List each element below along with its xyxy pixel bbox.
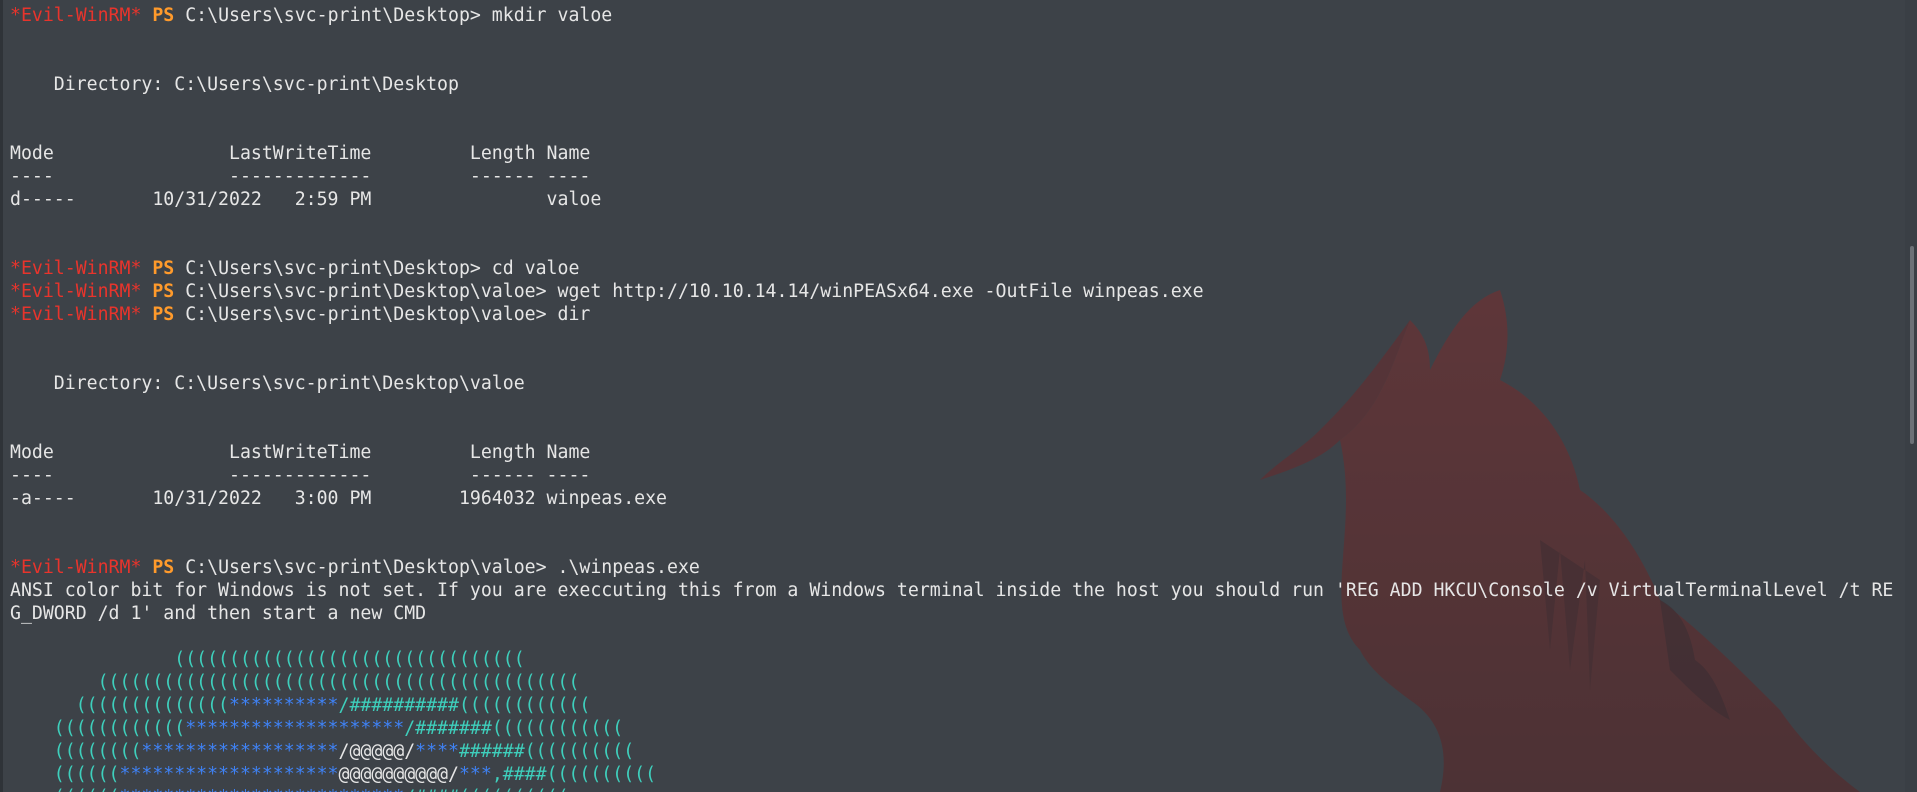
terminal-line: Directory: C:\Users\svc-print\Desktop\va… (10, 372, 1905, 395)
terminal-text-segment: (((((((((( (459, 787, 569, 792)
terminal-text-segment: /@@@@@/ (338, 741, 416, 762)
terminal-line: Mode LastWriteTime Length Name (10, 441, 1905, 464)
terminal-line: ((((((((((((********************/#######… (10, 717, 1905, 740)
window-left-edge (0, 0, 3, 792)
terminal-line: G_DWORD /d 1' and then start a new CMD (10, 602, 1905, 625)
terminal-text-segment: PS (152, 258, 175, 279)
scrollbar[interactable] (1905, 0, 1917, 792)
terminal-text-segment: (((((( (10, 764, 120, 785)
terminal-text-segment: PS (152, 5, 175, 26)
terminal-text-segment: PS (152, 281, 175, 302)
terminal-text-segment: ****************** (141, 741, 339, 762)
terminal-line: *Evil-WinRM* PS C:\Users\svc-print\Deskt… (10, 4, 1905, 27)
terminal-line: ((((((((((((((((((((((((((((((((((((((((… (10, 671, 1905, 694)
terminal-text-segment: ---- ------------- ------ ---- (10, 166, 591, 187)
terminal-text-segment: ((((((((((((((((((((((((((((((((((((((((… (10, 672, 580, 693)
terminal-text-segment: (((((((( (10, 741, 142, 762)
terminal-text-segment: C:\Users\svc-print\Desktop\valoe> dir (174, 304, 591, 325)
terminal-line: (((((((((((((((((((((((((((((((( (10, 648, 1905, 671)
terminal-text-segment: Directory: C:\Users\svc-print\Desktop\va… (10, 373, 525, 394)
terminal-text-segment: (((((( (10, 787, 120, 792)
terminal-line: ---- ------------- ------ ---- (10, 165, 1905, 188)
terminal-text-segment: (((((((((((( (10, 718, 186, 739)
terminal-output[interactable]: *Evil-WinRM* PS C:\Users\svc-print\Deskt… (10, 4, 1905, 792)
terminal-text-segment: ANSI color bit for Windows is not set. I… (10, 580, 1894, 601)
terminal-text-segment: ---- ------------- ------ ---- (10, 465, 591, 486)
terminal-text-segment: C:\Users\svc-print\Desktop> cd valoe (174, 258, 580, 279)
terminal-text-segment: *Evil-WinRM* (10, 557, 142, 578)
terminal-text-segment: /#### (404, 787, 459, 792)
terminal-text-segment: C:\Users\svc-print\Desktop> mkdir valoe (174, 5, 613, 26)
terminal-text-segment: ,#### (491, 764, 547, 785)
terminal-line: *Evil-WinRM* PS C:\Users\svc-print\Deskt… (10, 556, 1905, 579)
terminal-text-segment: ******************** (185, 718, 405, 739)
terminal-text-segment: d----- 10/31/2022 2:59 PM valoe (10, 189, 602, 210)
terminal-line: *Evil-WinRM* PS C:\Users\svc-print\Deskt… (10, 280, 1905, 303)
terminal-line: ANSI color bit for Windows is not set. I… (10, 579, 1905, 602)
terminal-line: *Evil-WinRM* PS C:\Users\svc-print\Deskt… (10, 257, 1905, 280)
scrollbar-thumb[interactable] (1910, 246, 1914, 444)
terminal-text-segment: PS (152, 557, 175, 578)
terminal-text-segment: (((((((((((( (491, 718, 624, 739)
terminal-text-segment: ******************** (119, 764, 339, 785)
terminal-line: Mode LastWriteTime Length Name (10, 142, 1905, 165)
terminal-line: ---- ------------- ------ ---- (10, 464, 1905, 487)
terminal-line: ((((((((((((((**********/##########(((((… (10, 694, 1905, 717)
terminal-text-segment: /########## (338, 695, 459, 716)
terminal-line: *Evil-WinRM* PS C:\Users\svc-print\Deskt… (10, 303, 1905, 326)
terminal-text-segment: *Evil-WinRM* (10, 281, 142, 302)
terminal-line: ((((((((******************/@@@@@/****###… (10, 740, 1905, 763)
terminal-text-segment: *** (458, 764, 492, 785)
terminal-text-segment: *Evil-WinRM* (10, 258, 142, 279)
terminal-text-segment: @@@@@@@@@@/ (338, 764, 459, 785)
terminal-line: -a---- 10/31/2022 3:00 PM 1964032 winpea… (10, 487, 1905, 510)
terminal-text-segment: (((((((((((((((((((((((((((((((( (10, 649, 525, 670)
terminal-text-segment: Directory: C:\Users\svc-print\Desktop (10, 74, 459, 95)
terminal-text-segment: ************************** (120, 787, 405, 792)
terminal-text-segment: Mode LastWriteTime Length Name (10, 143, 591, 164)
terminal-line: ((((((**************************/####(((… (10, 786, 1905, 792)
terminal-text-segment: (((((((((( (546, 764, 657, 785)
terminal-text-segment: (((((((((((((( (10, 695, 229, 716)
terminal-line: Directory: C:\Users\svc-print\Desktop (10, 73, 1905, 96)
terminal-text-segment: -a---- 10/31/2022 3:00 PM 1964032 winpea… (10, 488, 667, 509)
terminal-line: d----- 10/31/2022 2:59 PM valoe (10, 188, 1905, 211)
terminal-text-segment: (((((((((( (524, 741, 635, 762)
terminal-text-segment: ********** (229, 695, 339, 716)
terminal-text-segment: *Evil-WinRM* (10, 304, 142, 325)
terminal-text-segment: C:\Users\svc-print\Desktop\valoe> .\winp… (174, 557, 700, 578)
terminal-text-segment: PS (152, 304, 175, 325)
terminal-text-segment: *Evil-WinRM* (10, 5, 142, 26)
terminal-text-segment: C:\Users\svc-print\Desktop\valoe> wget h… (174, 281, 1204, 302)
terminal-line: ((((((********************@@@@@@@@@@/***… (10, 763, 1905, 786)
terminal-text-segment: ###### (458, 741, 525, 762)
terminal-text-segment: **** (415, 741, 459, 762)
terminal-text-segment: G_DWORD /d 1' and then start a new CMD (10, 603, 427, 624)
terminal-text-segment: (((((((((((( (458, 695, 591, 716)
terminal-text-segment: Mode LastWriteTime Length Name (10, 442, 591, 463)
terminal-text-segment: /####### (404, 718, 492, 739)
